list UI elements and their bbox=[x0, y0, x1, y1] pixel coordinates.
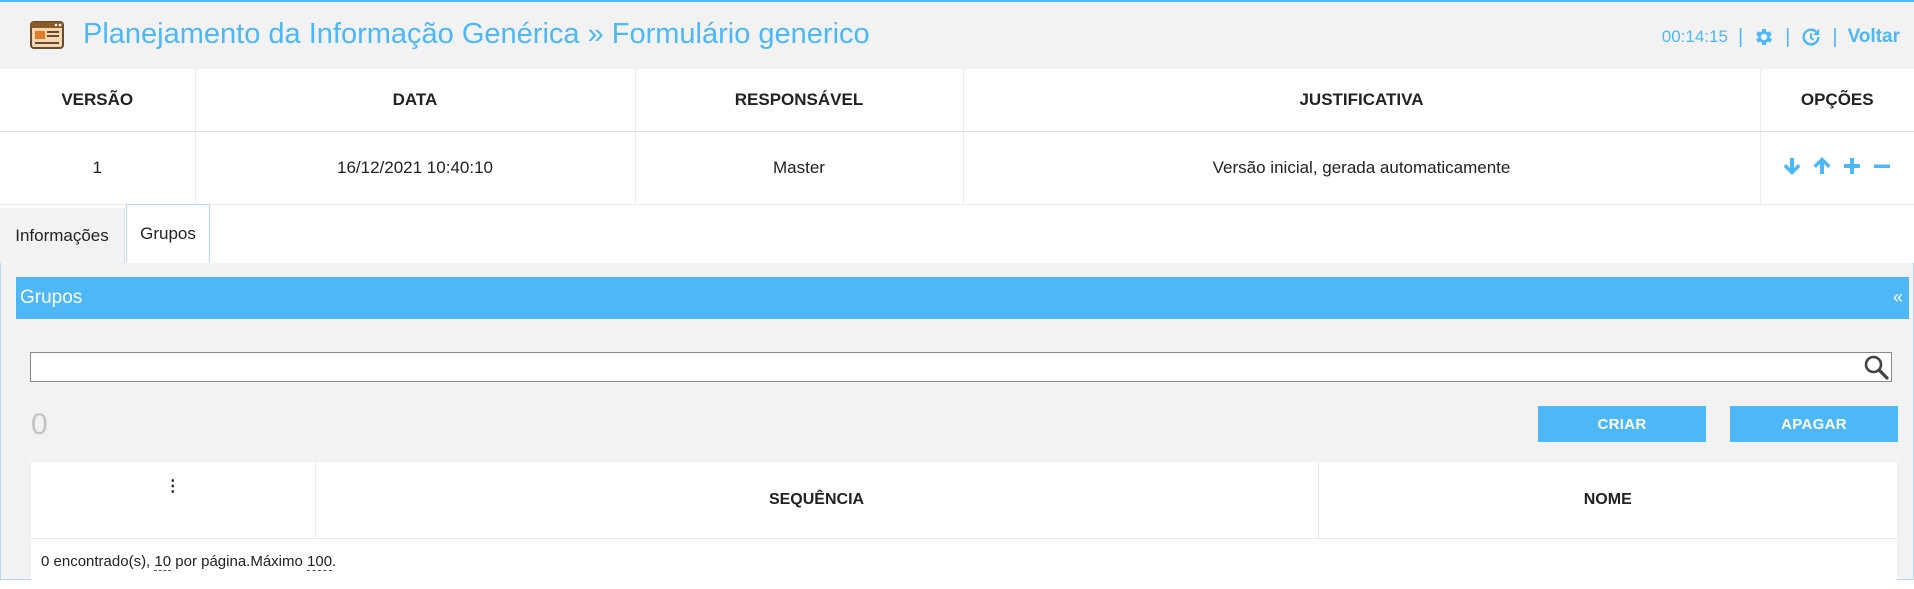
pagination-info: 0 encontrado(s), 10 por página.Máximo 10… bbox=[31, 539, 1897, 584]
arrow-up-icon[interactable] bbox=[1812, 156, 1832, 181]
column-header-version: VERSÃO bbox=[0, 69, 196, 132]
panel-title-bar: Grupos « bbox=[16, 277, 1909, 319]
session-timer: 00:14:15 bbox=[1661, 27, 1728, 46]
per-page-label: por página.Máximo bbox=[175, 552, 303, 570]
back-link[interactable]: Voltar bbox=[1848, 26, 1900, 48]
app-window-icon bbox=[30, 21, 64, 49]
header-actions: 00:14:15 | | | Voltar bbox=[1662, 24, 1900, 50]
search-icon[interactable] bbox=[1863, 354, 1889, 385]
column-header-sequence: SEQUÊNCIA bbox=[315, 462, 1319, 539]
search-input[interactable] bbox=[35, 354, 1859, 382]
groups-panel: Grupos « 0 CRIAR APAGAR ⋮ SEQUÊNCIA NOME… bbox=[0, 263, 1914, 583]
table-footer-row: 0 encontrado(s), 10 por página.Máximo 10… bbox=[31, 539, 1897, 584]
column-header-date: DATA bbox=[195, 69, 636, 132]
page-title: Planejamento da Informação Genérica » Fo… bbox=[83, 18, 870, 50]
column-header-name: NOME bbox=[1318, 462, 1897, 539]
separator: | bbox=[1785, 25, 1791, 48]
column-header-justification: JUSTIFICATIVA bbox=[963, 69, 1761, 132]
per-page-selector[interactable]: 10 bbox=[154, 552, 172, 571]
collapse-button[interactable]: « bbox=[1893, 287, 1903, 308]
search-box bbox=[30, 352, 1892, 382]
groups-table: ⋮ SEQUÊNCIA NOME 0 encontrado(s), 10 por… bbox=[31, 462, 1897, 583]
options-cell bbox=[1760, 131, 1914, 205]
create-button[interactable]: CRIAR bbox=[1538, 406, 1706, 442]
result-count: 0 bbox=[31, 408, 48, 441]
gear-icon[interactable] bbox=[1753, 26, 1775, 48]
separator: | bbox=[1832, 25, 1838, 48]
table-row: 1 16/12/2021 10:40:10 Master Versão inic… bbox=[0, 131, 1914, 205]
column-header-responsible: RESPONSÁVEL bbox=[635, 69, 964, 132]
column-header-options: OPÇÕES bbox=[1760, 69, 1914, 132]
plus-icon[interactable] bbox=[1842, 156, 1862, 181]
found-count: 0 encontrado(s), bbox=[41, 552, 151, 570]
panel-title: Grupos bbox=[20, 287, 83, 308]
versions-table: VERSÃO DATA RESPONSÁVEL JUSTIFICATIVA OP… bbox=[0, 69, 1914, 205]
footer-end: . bbox=[332, 552, 337, 570]
responsible-cell: Master bbox=[635, 131, 964, 205]
delete-button[interactable]: APAGAR bbox=[1730, 406, 1898, 442]
column-menu-button[interactable]: ⋮ bbox=[31, 462, 316, 539]
date-cell: 16/12/2021 10:40:10 bbox=[195, 131, 636, 205]
tab-bar: Informações Grupos bbox=[0, 204, 1914, 264]
groups-header-row: ⋮ SEQUÊNCIA NOME bbox=[31, 462, 1897, 539]
versions-header-row: VERSÃO DATA RESPONSÁVEL JUSTIFICATIVA OP… bbox=[0, 69, 1914, 132]
max-selector[interactable]: 100 bbox=[307, 552, 333, 571]
arrow-down-icon[interactable] bbox=[1782, 156, 1802, 181]
justification-cell: Versão inicial, gerada automaticamente bbox=[963, 131, 1761, 205]
version-cell: 1 bbox=[0, 131, 196, 205]
tab-informacoes[interactable]: Informações bbox=[0, 208, 125, 263]
separator: | bbox=[1737, 25, 1744, 48]
minus-icon[interactable] bbox=[1872, 156, 1892, 181]
page-header: Planejamento da Informação Genérica » Fo… bbox=[0, 2, 1914, 69]
tab-grupos[interactable]: Grupos bbox=[126, 204, 210, 264]
history-icon[interactable] bbox=[1800, 26, 1822, 48]
